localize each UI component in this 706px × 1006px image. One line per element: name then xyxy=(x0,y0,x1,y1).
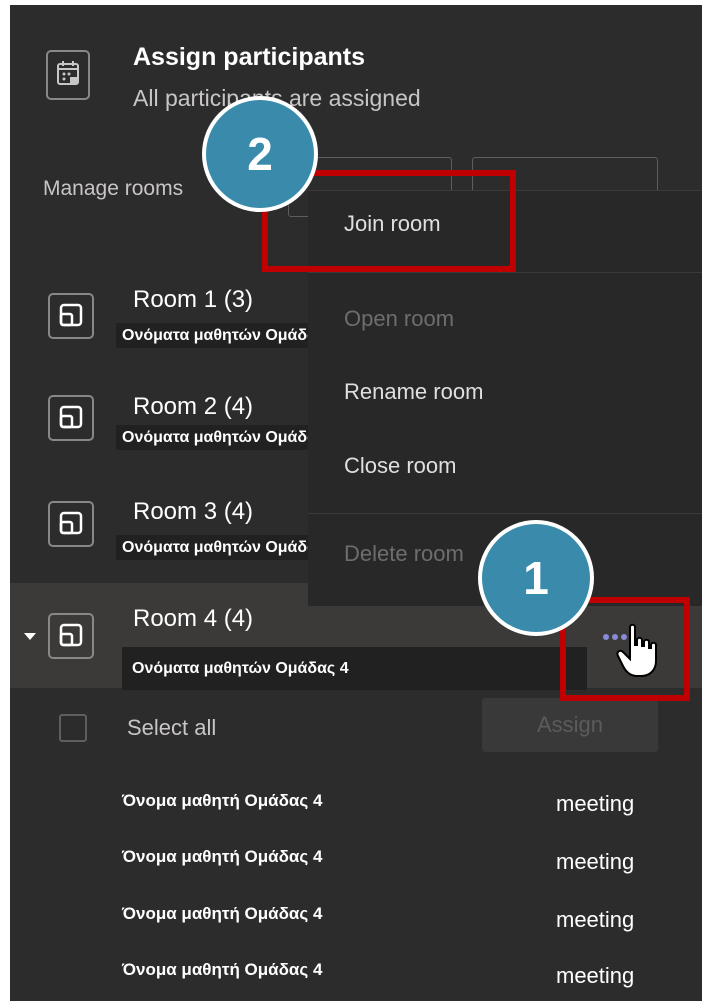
menu-open-room[interactable]: Open room xyxy=(344,306,454,332)
chevron-down-icon[interactable] xyxy=(24,633,36,640)
room-3-title[interactable]: Room 3 (4) xyxy=(133,498,253,526)
callout-step-2: 2 xyxy=(202,96,318,212)
room-3-icon xyxy=(48,501,94,547)
participant-name: Όνομα μαθητή Ομάδας 4 xyxy=(122,791,323,810)
menu-rename-room[interactable]: Rename room xyxy=(344,379,483,405)
select-all-checkbox[interactable] xyxy=(59,714,87,742)
participant-status: meeting xyxy=(556,907,635,932)
room-4-icon xyxy=(48,613,94,659)
participant-status: meeting xyxy=(556,849,635,874)
menu-divider xyxy=(308,272,702,273)
select-all-label: Select all xyxy=(127,715,217,740)
participant-status: meeting xyxy=(556,963,635,988)
breakout-rooms-panel: Assign participants All participants are… xyxy=(10,5,702,1001)
panel-title: Assign participants xyxy=(133,43,365,71)
room-1-icon xyxy=(48,293,94,339)
participant-status: meeting xyxy=(556,791,635,816)
room-1-title[interactable]: Room 1 (3) xyxy=(133,286,253,314)
participant-name: Όνομα μαθητή Ομάδας 4 xyxy=(122,847,323,866)
menu-delete-room[interactable]: Delete room xyxy=(344,541,464,567)
callout-step-1: 1 xyxy=(478,520,594,636)
room-4-students: Ονόματα μαθητών Ομάδας 4 xyxy=(122,647,587,690)
manage-rooms-label: Manage rooms xyxy=(43,177,184,200)
menu-close-room[interactable]: Close room xyxy=(344,453,456,479)
room-2-title[interactable]: Room 2 (4) xyxy=(133,393,253,421)
calendar-icon xyxy=(46,50,90,100)
room-2-icon xyxy=(48,395,94,441)
participant-name: Όνομα μαθητή Ομάδας 4 xyxy=(122,960,323,979)
participant-name: Όνομα μαθητή Ομάδας 4 xyxy=(122,904,323,923)
assign-button[interactable]: Assign xyxy=(482,698,658,752)
room-4-title[interactable]: Room 4 (4) xyxy=(133,605,253,633)
menu-divider xyxy=(308,513,702,514)
